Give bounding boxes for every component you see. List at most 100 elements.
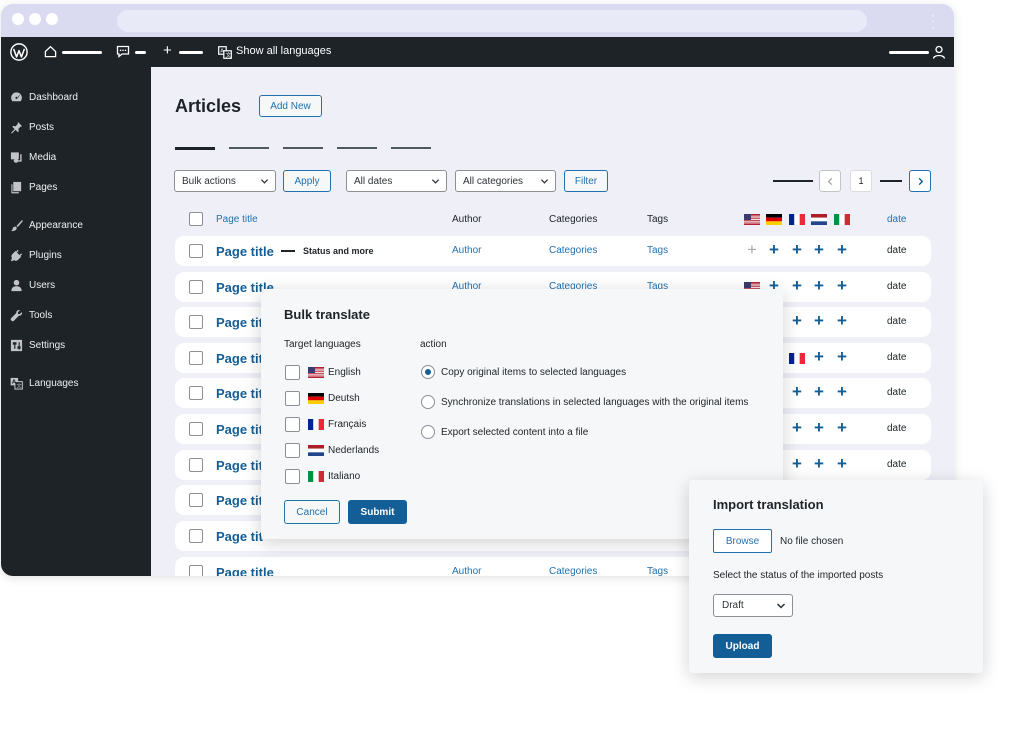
row-checkbox[interactable] [189,493,203,507]
row-checkbox[interactable] [189,565,203,576]
sidebar-item-settings[interactable]: Settings [10,335,65,355]
add-translation-italian-icon[interactable]: + [837,347,847,367]
tab-trash[interactable] [391,147,431,149]
bulk-actions-select[interactable]: Bulk actions [174,170,276,192]
fr-flag-icon[interactable] [789,353,805,364]
add-translation-english-icon[interactable]: + [747,240,757,260]
add-translation-italian-icon[interactable]: + [837,311,847,331]
window-dot-icon[interactable] [29,13,41,25]
row-checkbox[interactable] [189,422,203,436]
language-switch[interactable]: Show all languages [236,45,331,57]
row-checkbox[interactable] [189,244,203,258]
row-checkbox[interactable] [189,315,203,329]
language-checkbox-dutch[interactable] [285,443,300,458]
language-checkbox-deutsch[interactable] [285,391,300,406]
row-categories-link[interactable]: Categories [549,566,597,576]
add-translation-dutch-icon[interactable]: + [814,454,824,474]
language-checkbox-italian[interactable] [285,469,300,484]
row-author-link[interactable]: Author [452,245,481,256]
row-title-link[interactable]: Page tit [216,458,263,473]
row-checkbox[interactable] [189,458,203,472]
add-translation-deutsch-icon[interactable]: + [769,240,779,260]
url-bar[interactable] [117,10,867,32]
add-translation-italian-icon[interactable]: + [837,382,847,402]
add-translation-french-icon[interactable]: + [792,382,802,402]
row-title-link[interactable]: Page tit [216,315,263,330]
tab-pending[interactable] [337,147,377,149]
row-checkbox[interactable] [189,280,203,294]
row-title-link[interactable]: Page tit [216,493,263,508]
sidebar-item-plugins[interactable]: Plugins [10,245,62,265]
select-all-checkbox[interactable] [189,212,203,226]
current-page-input[interactable]: 1 [850,170,872,192]
row-author-link[interactable]: Author [452,566,481,576]
add-translation-italian-icon[interactable]: + [837,276,847,296]
upload-button[interactable]: Upload [713,634,772,658]
apply-button[interactable]: Apply [283,170,331,192]
window-dot-icon[interactable] [12,13,24,25]
action-radio-export[interactable] [421,425,435,439]
next-page-button[interactable] [909,170,931,192]
tab-all[interactable] [175,147,215,150]
row-checkbox[interactable] [189,529,203,543]
translate-icon[interactable]: A 文 [218,46,232,59]
sidebar-item-dashboard[interactable]: Dashboard [10,87,78,107]
new-content-icon[interactable]: + [163,42,172,59]
add-translation-french-icon[interactable]: + [792,418,802,438]
account-name-placeholder[interactable] [889,51,929,54]
sidebar-item-tools[interactable]: Tools [10,305,52,325]
sidebar-item-users[interactable]: Users [10,275,55,295]
add-translation-dutch-icon[interactable]: + [814,240,824,260]
add-translation-italian-icon[interactable]: + [837,418,847,438]
column-title-header[interactable]: Page title [216,214,258,225]
language-checkbox-french[interactable] [285,417,300,432]
row-tags-link[interactable]: Tags [647,566,668,576]
sidebar-item-pages[interactable]: Pages [10,177,57,197]
sidebar-item-posts[interactable]: Posts [10,117,54,137]
add-translation-dutch-icon[interactable]: + [814,276,824,296]
row-checkbox[interactable] [189,351,203,365]
window-dot-icon[interactable] [46,13,58,25]
row-title-link[interactable]: Page title [216,244,274,259]
comments-icon[interactable] [116,45,130,58]
add-translation-dutch-icon[interactable]: + [814,347,824,367]
add-translation-italian-icon[interactable]: + [837,240,847,260]
row-title-link[interactable]: Page tit [216,386,263,401]
action-radio-copy[interactable] [421,365,435,379]
add-translation-french-icon[interactable]: + [792,276,802,296]
row-title-link[interactable]: Page tit [216,529,263,544]
row-title-link[interactable]: Page tit [216,351,263,366]
cancel-button[interactable]: Cancel [284,500,340,524]
row-checkbox[interactable] [189,386,203,400]
site-name-placeholder[interactable] [62,51,102,54]
home-icon[interactable] [44,45,57,58]
row-title-link[interactable]: Page tit [216,422,263,437]
sidebar-item-media[interactable]: Media [10,147,56,167]
tab-drafts[interactable] [283,147,323,149]
tab-published[interactable] [229,147,269,149]
sidebar-item-languages[interactable]: A文 Languages [10,373,79,393]
browse-button[interactable]: Browse [713,529,772,553]
wordpress-logo-icon[interactable] [10,43,28,61]
add-translation-dutch-icon[interactable]: + [814,382,824,402]
row-title-link[interactable]: Page title [216,565,274,576]
add-translation-dutch-icon[interactable]: + [814,418,824,438]
add-translation-french-icon[interactable]: + [792,454,802,474]
action-radio-synchronize[interactable] [421,395,435,409]
add-new-button[interactable]: Add New [259,95,322,117]
add-translation-italian-icon[interactable]: + [837,454,847,474]
user-account-icon[interactable] [932,45,946,59]
column-date-header[interactable]: date [887,214,906,225]
categories-filter-select[interactable]: All categories [455,170,556,192]
add-translation-dutch-icon[interactable]: + [814,311,824,331]
filter-button[interactable]: Filter [564,170,608,192]
dates-filter-select[interactable]: All dates [346,170,447,192]
prev-page-button[interactable] [819,170,841,192]
row-categories-link[interactable]: Categories [549,245,597,256]
language-checkbox-english[interactable] [285,365,300,380]
sidebar-item-appearance[interactable]: Appearance [10,215,83,235]
new-content-placeholder[interactable] [179,51,203,54]
table-row[interactable]: Page title Status and more Author Catego… [175,236,931,266]
add-translation-french-icon[interactable]: + [792,311,802,331]
row-tags-link[interactable]: Tags [647,245,668,256]
